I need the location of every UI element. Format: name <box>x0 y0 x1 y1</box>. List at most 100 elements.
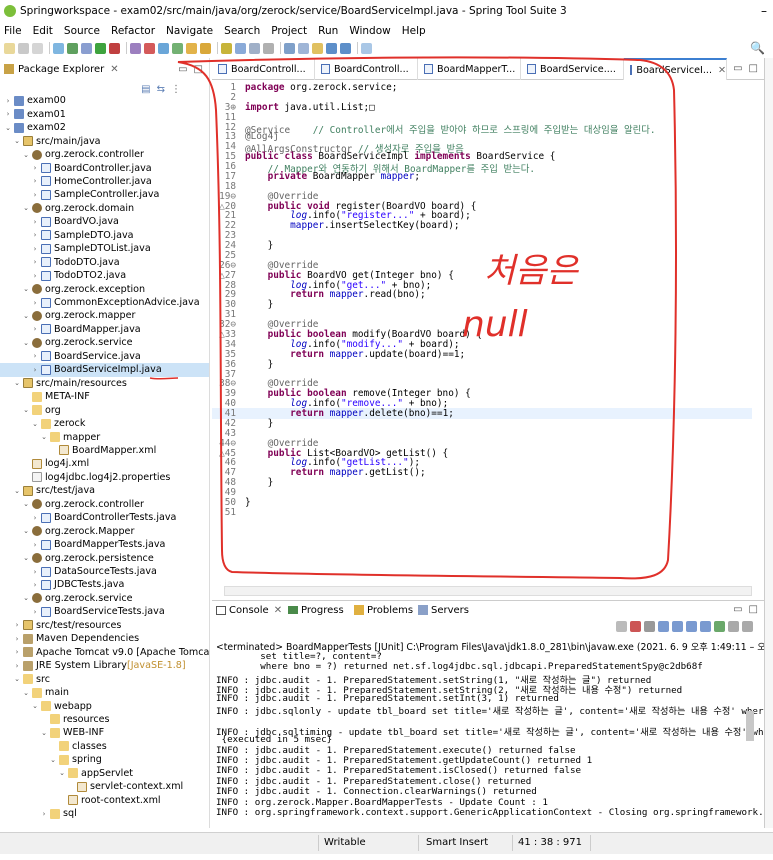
minimize-button[interactable]: – <box>761 4 767 18</box>
tree-item[interactable]: › HomeController.java <box>0 175 152 189</box>
minimize-view-icon[interactable]: ▭ <box>178 64 187 75</box>
expand-toggle-icon[interactable]: › <box>31 541 39 549</box>
menu-project[interactable]: Project <box>271 25 307 37</box>
pin-editor-icon[interactable] <box>361 42 372 54</box>
collapse-all-icon[interactable]: ▤ <box>141 84 150 95</box>
expand-toggle-icon[interactable]: ⌄ <box>58 769 66 777</box>
block-selection-icon[interactable] <box>263 42 274 54</box>
tree-item[interactable]: › Maven Dependencies <box>0 632 140 646</box>
tree-item[interactable]: ⌄ src/test/java <box>0 484 95 498</box>
expand-toggle-icon[interactable]: ⌄ <box>22 312 30 320</box>
tree-item[interactable]: › SampleDTO.java <box>0 229 134 243</box>
expand-toggle-icon[interactable]: › <box>31 608 39 616</box>
expand-toggle-icon[interactable]: ⌄ <box>49 756 57 764</box>
expand-toggle-icon[interactable]: › <box>31 218 39 226</box>
expand-toggle-icon[interactable]: › <box>31 177 39 185</box>
prev-annotation-icon[interactable] <box>298 42 309 54</box>
expand-toggle-icon[interactable]: › <box>31 352 39 360</box>
expand-toggle-icon[interactable]: › <box>13 635 21 643</box>
expand-toggle-icon[interactable]: ⌄ <box>22 151 30 159</box>
expand-toggle-icon[interactable]: › <box>4 110 12 118</box>
editor-tab[interactable]: BoardControll... <box>315 58 419 80</box>
expand-toggle-icon[interactable]: › <box>13 662 21 670</box>
tree-item[interactable]: › BoardVO.java <box>0 215 119 229</box>
tab-console[interactable]: Console ✕ <box>216 601 282 619</box>
expand-toggle-icon[interactable]: ⌄ <box>22 204 30 212</box>
new-icon[interactable] <box>4 42 15 54</box>
expand-toggle-icon[interactable]: › <box>31 514 39 522</box>
minimize-view-icon[interactable]: ▭ <box>733 604 742 615</box>
tree-item[interactable]: › SampleController.java <box>0 188 160 202</box>
tree-item[interactable]: ⌄ src/main/java <box>0 134 100 148</box>
menu-refactor[interactable]: Refactor <box>111 25 155 37</box>
annotation-icon[interactable] <box>221 42 232 54</box>
tree-item[interactable]: › exam01 <box>0 107 66 121</box>
word-wrap-icon[interactable] <box>672 621 683 632</box>
tree-item[interactable]: classes <box>0 740 107 754</box>
expand-toggle-icon[interactable]: ⌄ <box>4 124 12 132</box>
close-icon[interactable]: ✕ <box>110 64 118 75</box>
tree-item[interactable]: › sql <box>0 807 77 820</box>
expand-toggle-icon[interactable]: ⌄ <box>31 702 39 710</box>
expand-toggle-icon[interactable]: ⌄ <box>22 500 30 508</box>
new-package-icon[interactable] <box>172 42 183 54</box>
expand-toggle-icon[interactable]: ⌄ <box>40 729 48 737</box>
open-console-icon[interactable] <box>742 621 753 632</box>
editor-tab[interactable]: BoardMapperT... <box>418 58 522 80</box>
tab-problems[interactable]: Problems <box>354 601 413 619</box>
tree-item[interactable]: › BoardControllerTests.java <box>0 511 177 525</box>
tree-item[interactable]: › TodoDTO2.java <box>0 269 127 283</box>
tree-item[interactable]: › Apache Tomcat v9.0 [Apache Tomcat <box>0 645 209 659</box>
tree-item[interactable]: › CommonExceptionAdvice.java <box>0 296 200 310</box>
expand-toggle-icon[interactable]: › <box>31 164 39 172</box>
forward-icon[interactable] <box>340 42 351 54</box>
show-on-error-icon[interactable] <box>700 621 711 632</box>
menu-run[interactable]: Run <box>318 25 338 37</box>
tree-item[interactable]: ⌄ org.zerock.controller <box>0 148 144 162</box>
maximize-view-icon[interactable]: □ <box>749 63 758 74</box>
editor-tab[interactable]: BoardControll... <box>212 58 316 80</box>
tree-item[interactable]: ⌄ appServlet <box>0 767 133 781</box>
terminate-icon[interactable] <box>616 621 627 632</box>
expand-toggle-icon[interactable]: › <box>31 325 39 333</box>
run-icon[interactable] <box>95 42 106 54</box>
expand-toggle-icon[interactable]: › <box>31 299 39 307</box>
editor-tab[interactable]: BoardService.... <box>521 58 625 80</box>
tree-item[interactable]: › JDBCTests.java <box>0 578 125 592</box>
expand-toggle-icon[interactable]: ⌄ <box>22 285 30 293</box>
tree-item[interactable]: ⌄ org.zerock.Mapper <box>0 524 134 538</box>
menu-search[interactable]: Search <box>224 25 260 37</box>
expand-toggle-icon[interactable]: ⌄ <box>22 554 30 562</box>
tree-item[interactable]: META-INF <box>0 390 90 404</box>
expand-toggle-icon[interactable]: › <box>31 231 39 239</box>
tree-item[interactable]: ⌄ org.zerock.domain <box>0 202 134 216</box>
expand-toggle-icon[interactable]: › <box>40 810 48 818</box>
expand-toggle-icon[interactable]: ⌄ <box>22 527 30 535</box>
expand-toggle-icon[interactable]: › <box>31 258 39 266</box>
debug-icon[interactable] <box>81 42 92 54</box>
expand-toggle-icon[interactable]: ⌄ <box>13 137 21 145</box>
tree-item[interactable]: › BoardMapperTests.java <box>0 538 166 552</box>
menu-help[interactable]: Help <box>402 25 426 37</box>
expand-toggle-icon[interactable]: › <box>31 568 39 576</box>
tree-item[interactable]: ⌄ org.zerock.exception <box>0 282 145 296</box>
stop-server-icon[interactable] <box>144 42 155 54</box>
expand-toggle-icon[interactable]: ⌄ <box>13 379 21 387</box>
display-console-icon[interactable] <box>728 621 739 632</box>
tree-item[interactable]: ⌄ mapper <box>0 430 100 444</box>
external-tools-icon[interactable] <box>109 42 120 54</box>
tree-item[interactable]: ⌄ org.zerock.mapper <box>0 309 135 323</box>
tree-item[interactable]: ⌄ WEB-INF <box>0 726 104 740</box>
back-icon[interactable] <box>326 42 337 54</box>
tree-item[interactable]: log4j.xml <box>0 457 89 471</box>
expand-toggle-icon[interactable]: ⌄ <box>13 675 21 683</box>
tree-item[interactable]: ⌄ org.zerock.service <box>0 336 133 350</box>
skip-breakpoints-icon[interactable] <box>53 42 64 54</box>
expand-toggle-icon[interactable]: › <box>4 97 12 105</box>
tree-item[interactable]: › BoardController.java <box>0 161 152 175</box>
maximize-view-icon[interactable]: □ <box>194 64 203 75</box>
expand-toggle-icon[interactable]: › <box>31 245 39 253</box>
expand-toggle-icon[interactable]: ⌄ <box>22 406 30 414</box>
tree-item[interactable]: › JRE System Library [JavaSE-1.8] <box>0 659 186 673</box>
expand-toggle-icon[interactable]: › <box>13 648 21 656</box>
